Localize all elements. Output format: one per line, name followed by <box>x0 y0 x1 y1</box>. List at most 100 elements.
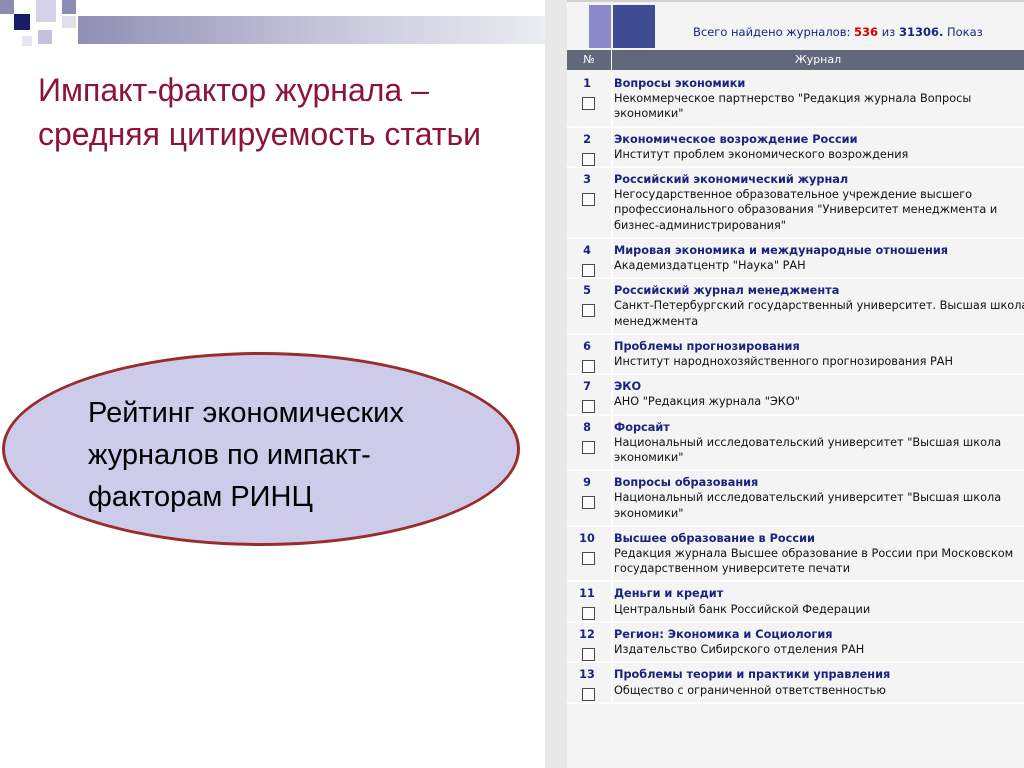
row-number: 7 <box>583 380 591 394</box>
table-row: 1 Вопросы экономики Некоммерческое партнер… <box>567 72 1024 128</box>
column-header-num[interactable]: № <box>567 50 612 70</box>
table-row: 2 Экономическое возрождение России Институ… <box>567 127 1024 169</box>
row-checkbox[interactable] <box>582 688 595 702</box>
row-number-cell: 7 <box>567 375 613 414</box>
journal-publisher: Академиздатцентр "Наука" РАН <box>614 259 806 273</box>
table-row: 9 Вопросы образования Национальный исследо… <box>567 471 1024 527</box>
row-checkbox[interactable] <box>582 304 595 318</box>
journal-title-link[interactable]: Высшее образование в России <box>614 531 1024 546</box>
row-number: 1 <box>583 77 591 90</box>
journal-title-link[interactable]: Проблемы прогнозирования <box>614 339 1024 354</box>
show-link[interactable]: Показ <box>947 25 983 39</box>
row-number-cell: 5 <box>567 279 613 333</box>
row-journal-cell: Проблемы прогнозирования Институт народно… <box>614 335 1024 373</box>
row-number-cell: 13 <box>567 663 613 702</box>
journal-title-link[interactable]: Вопросы образования <box>614 475 1024 490</box>
table-row: 5 Российский журнал менеджмента Санкт-Пете… <box>567 279 1024 335</box>
row-number-cell: 3 <box>567 168 613 237</box>
journal-title-link[interactable]: Регион: Экономика и Социология <box>614 627 1024 642</box>
table-row: 4 Мировая экономика и международные отнош… <box>567 238 1024 280</box>
journal-title-link[interactable]: Российский журнал менеджмента <box>614 283 1024 298</box>
journal-title-link[interactable]: Вопросы экономики <box>614 76 1024 91</box>
row-journal-cell: Вопросы экономики Некоммерческое партнерс… <box>614 72 1024 126</box>
found-prefix: Всего найдено журналов: <box>693 25 851 39</box>
row-checkbox[interactable] <box>582 551 595 565</box>
row-number: 6 <box>583 339 591 353</box>
journal-publisher: Центральный банк Российской Федерации <box>614 602 871 616</box>
table-row: 10 Высшее образование в России Редакция жу… <box>567 526 1024 583</box>
table-row: 13 Проблемы теории и практики управления О… <box>567 663 1024 704</box>
row-checkbox[interactable] <box>582 400 595 414</box>
decor-square <box>36 0 56 22</box>
row-checkbox[interactable] <box>582 359 595 373</box>
table-row: 12 Регион: Экономика и Социология Издатель… <box>567 622 1024 664</box>
row-checkbox[interactable] <box>582 647 595 661</box>
row-checkbox[interactable] <box>582 496 595 510</box>
row-checkbox[interactable] <box>582 97 595 110</box>
journal-publisher: Негосударственное образовательное учрежд… <box>614 188 998 232</box>
decor-square <box>38 30 52 44</box>
journal-title-link[interactable]: ЭКО <box>614 379 1024 394</box>
row-journal-cell: Регион: Экономика и Социология Издательст… <box>614 623 1024 661</box>
found-of: из <box>881 25 896 39</box>
row-checkbox[interactable] <box>582 193 595 207</box>
row-number: 8 <box>583 420 591 434</box>
column-header-journal[interactable]: Журнал <box>612 50 1024 70</box>
row-number: 12 <box>579 627 595 641</box>
journal-list-screenshot: Всего найдено журналов: 536 из 31306. По… <box>545 0 1024 768</box>
journal-title-link[interactable]: Мировая экономика и международные отноше… <box>614 243 1024 258</box>
row-number-cell: 11 <box>567 582 613 621</box>
row-journal-cell: Высшее образование в России Редакция журн… <box>614 527 1024 581</box>
row-journal-cell: Мировая экономика и международные отноше… <box>614 239 1024 277</box>
row-number-cell: 4 <box>567 238 613 278</box>
row-number: 3 <box>583 173 591 187</box>
table-row: 11 Деньги и кредит Центральный банк Россий… <box>567 582 1024 623</box>
decor-square <box>22 36 32 46</box>
found-total: 31306. <box>898 25 944 39</box>
journal-publisher: АНО "Редакция журнала "ЭКО" <box>614 395 800 409</box>
journal-title-link[interactable]: Проблемы теории и практики управления <box>614 667 1024 682</box>
row-number: 5 <box>583 284 591 298</box>
table-row: 6 Проблемы прогнозирования Институт народн… <box>567 334 1024 376</box>
journal-publisher: Институт проблем экономического возрожде… <box>614 147 909 161</box>
row-number-cell: 9 <box>567 471 613 525</box>
journal-title-link[interactable]: Форсайт <box>614 420 1024 435</box>
journal-publisher: Санкт-Петербургский государственный унив… <box>614 299 1024 328</box>
row-journal-cell: Вопросы образования Национальный исследов… <box>614 471 1024 525</box>
slide-title: Импакт-фактор журнала – средняя цитируем… <box>38 72 481 152</box>
journal-table-body: 1 Вопросы экономики Некоммерческое партнер… <box>567 72 1024 704</box>
callout-text: Рейтинг экономических журналов по импакт… <box>88 397 404 513</box>
journal-title-link[interactable]: Деньги и кредит <box>614 586 1024 601</box>
row-number-cell: 8 <box>567 415 613 470</box>
row-checkbox[interactable] <box>582 440 595 454</box>
row-journal-cell: Проблемы теории и практики управления Общ… <box>614 663 1024 701</box>
row-checkbox[interactable] <box>582 152 595 166</box>
journal-title-link[interactable]: Экономическое возрождение России <box>614 132 1024 147</box>
screenshot-left-strip <box>545 0 567 768</box>
table-header: № Журнал <box>567 50 1024 70</box>
logo-block <box>613 5 655 48</box>
journal-publisher: Общество с ограниченной ответственностью <box>614 683 886 697</box>
row-number: 10 <box>579 531 595 545</box>
journal-title-link[interactable]: Российский экономический журнал <box>614 172 1024 187</box>
journal-publisher: Издательство Сибирского отделения РАН <box>614 643 865 657</box>
row-number: 2 <box>583 132 591 146</box>
row-journal-cell: Деньги и кредит Центральный банк Российск… <box>614 582 1024 620</box>
decor-square <box>0 0 14 14</box>
found-count: 536 <box>854 25 879 39</box>
row-number: 11 <box>579 587 595 601</box>
decor-square <box>62 16 76 28</box>
row-number-cell: 2 <box>567 127 613 167</box>
found-count-line: Всего найдено журналов: 536 из 31306. По… <box>693 25 983 39</box>
row-number-cell: 1 <box>567 72 613 126</box>
header-gradient-bar <box>78 16 546 44</box>
table-row: 3 Российский экономический журнал Негосуда… <box>567 168 1024 239</box>
row-checkbox[interactable] <box>582 607 595 621</box>
row-number: 13 <box>579 668 595 682</box>
row-checkbox[interactable] <box>582 263 595 277</box>
decor-square <box>14 14 30 30</box>
journal-publisher: Институт народнохозяйственного прогнозир… <box>614 355 954 369</box>
decor-square <box>62 0 76 14</box>
row-number: 4 <box>583 243 591 257</box>
row-journal-cell: Российский журнал менеджмента Санкт-Петер… <box>614 279 1024 333</box>
